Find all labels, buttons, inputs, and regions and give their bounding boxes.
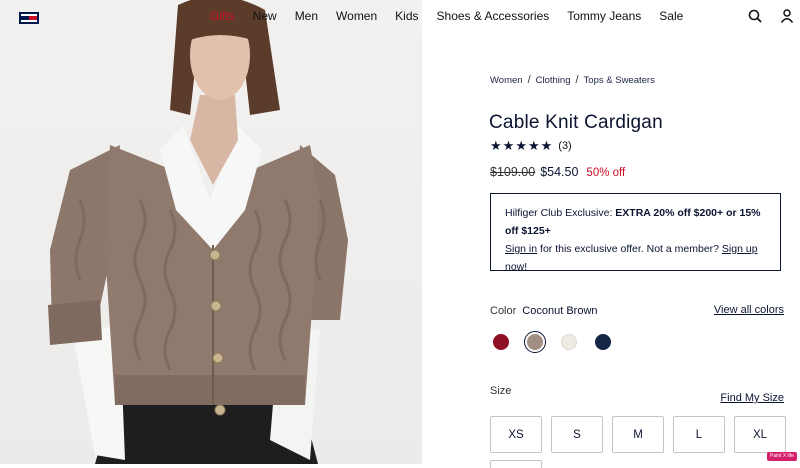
product-title: Cable Knit Cardigan <box>489 112 663 133</box>
promo-prefix: Hilfiger Club Exclusive: <box>505 207 616 219</box>
size-label: Size <box>490 385 512 397</box>
size-option-xs[interactable]: XS <box>490 416 542 453</box>
search-icon[interactable] <box>748 9 762 23</box>
swatch-coconut-brown[interactable] <box>524 331 546 353</box>
size-option-l[interactable]: L <box>673 416 725 453</box>
swatch-burgundy[interactable] <box>490 331 512 353</box>
color-label: Color <box>490 305 517 317</box>
nav-item-new[interactable]: New <box>253 9 277 23</box>
nav-item-men[interactable]: Men <box>295 9 318 23</box>
breadcrumb: Women / Clothing / Tops & Sweaters <box>490 74 655 86</box>
overlay-badge[interactable]: Paint X lite <box>767 452 797 461</box>
nav-item-tommy-jeans[interactable]: Tommy Jeans <box>567 9 641 23</box>
swatch-navy[interactable] <box>592 331 614 353</box>
breadcrumb-women[interactable]: Women <box>490 75 523 86</box>
size-options: XS S M L XL <box>490 416 786 453</box>
site-header: Gifts New Men Women Kids Shoes & Accesso… <box>0 0 800 34</box>
selected-color: Coconut Brown <box>522 305 598 317</box>
star-icon: ★ <box>540 138 553 153</box>
breadcrumb-separator: / <box>527 74 531 86</box>
star-icon: ★ <box>490 138 502 153</box>
sign-up-link[interactable]: Sign up <box>722 243 758 255</box>
sale-price: $54.50 <box>540 165 579 179</box>
star-icon: ★ <box>502 138 515 153</box>
star-icon: ★ <box>515 138 527 153</box>
color-swatches <box>490 331 614 353</box>
breadcrumb-separator: / <box>575 74 579 86</box>
size-option-partial[interactable] <box>490 460 542 468</box>
size-option-m[interactable]: M <box>612 416 664 453</box>
nav-item-gifts[interactable]: Gifts <box>210 9 235 23</box>
color-selector-header: Color Coconut Brown View all colors <box>490 304 784 317</box>
sign-in-link[interactable]: Sign in <box>505 243 537 255</box>
find-my-size-link[interactable]: Find My Size <box>720 392 784 404</box>
promo-middle: for this exclusive offer. Not a member? <box>537 243 722 255</box>
nav-item-sale[interactable]: Sale <box>659 9 683 23</box>
discount-label: 50% off <box>586 167 626 179</box>
main-nav: Gifts New Men Women Kids Shoes & Accesso… <box>210 9 701 23</box>
size-option-s[interactable]: S <box>551 416 603 453</box>
promo-suffix: now! <box>505 261 528 273</box>
product-rating[interactable]: ★ ★ ★ ★ ★ (3) <box>490 138 572 153</box>
nav-item-shoes-accessories[interactable]: Shoes & Accessories <box>437 9 550 23</box>
original-price: $109.00 <box>490 165 536 179</box>
breadcrumb-tops-sweaters[interactable]: Tops & Sweaters <box>584 75 655 86</box>
price-block: $109.00 $54.50 50% off <box>490 165 625 179</box>
star-icon: ★ <box>527 138 540 153</box>
product-image <box>0 0 422 464</box>
nav-item-kids[interactable]: Kids <box>395 9 418 23</box>
size-option-xl[interactable]: XL <box>734 416 786 453</box>
size-selector-header: Size Find My Size <box>490 385 784 404</box>
account-icon[interactable] <box>780 9 794 23</box>
swatch-ivory[interactable] <box>558 331 580 353</box>
review-count[interactable]: (3) <box>558 140 571 152</box>
tommy-logo-icon[interactable] <box>19 11 39 24</box>
nav-item-women[interactable]: Women <box>336 9 377 23</box>
breadcrumb-clothing[interactable]: Clothing <box>536 75 571 86</box>
view-all-colors-link[interactable]: View all colors <box>714 304 784 316</box>
club-promo-box: Hilfiger Club Exclusive: EXTRA 20% off $… <box>490 193 781 273</box>
